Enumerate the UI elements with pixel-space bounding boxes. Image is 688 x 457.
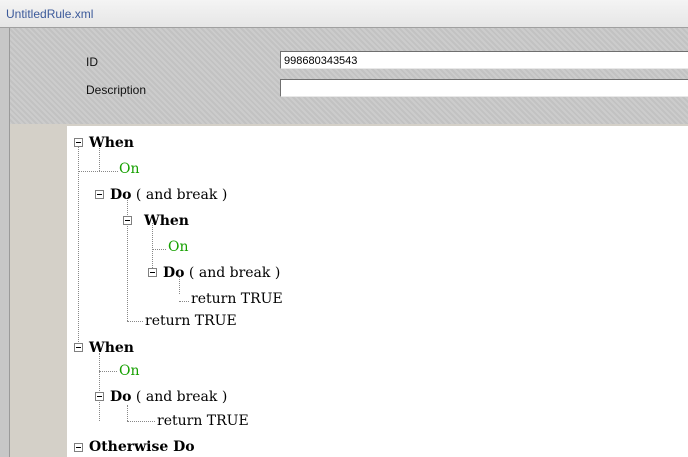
left-border: [0, 28, 10, 457]
tree-node-otherwise[interactable]: Otherwise Do: [89, 439, 195, 455]
do-keyword: Do: [163, 265, 185, 281]
tree-node-on[interactable]: On: [168, 239, 189, 255]
collapse-icon[interactable]: [74, 443, 83, 452]
collapse-icon[interactable]: [148, 268, 157, 277]
tree-node-return[interactable]: return TRUE: [145, 313, 237, 329]
tree-guide: [152, 249, 166, 250]
tree-guide: [99, 353, 100, 421]
rule-tree[interactable]: When On Do ( and break ) When On Do ( an…: [67, 126, 688, 457]
tree-node-when[interactable]: When: [144, 213, 189, 229]
tree-guide: [127, 405, 128, 421]
tree-guide: [99, 371, 117, 372]
collapse-icon[interactable]: [74, 343, 83, 352]
do-suffix: ( and break ): [131, 187, 228, 203]
tree-node-when[interactable]: When: [89, 135, 134, 151]
id-field[interactable]: 998680343543: [280, 51, 688, 69]
id-label: ID: [86, 55, 98, 69]
tree-guide: [127, 421, 155, 422]
collapse-icon[interactable]: [123, 216, 132, 225]
description-field[interactable]: [280, 79, 688, 97]
do-suffix: ( and break ): [131, 389, 228, 405]
document-tab[interactable]: UntitledRule.xml: [0, 0, 688, 28]
do-suffix: ( and break ): [184, 265, 281, 281]
tree-node-do[interactable]: Do ( and break ): [163, 265, 280, 281]
tree-node-when[interactable]: When: [89, 340, 134, 356]
tree-node-on[interactable]: On: [119, 363, 140, 379]
tree-guide: [152, 223, 153, 268]
tree-node-do[interactable]: Do ( and break ): [110, 187, 227, 203]
collapse-icon[interactable]: [95, 392, 104, 401]
tree-guide: [127, 321, 143, 322]
collapse-icon[interactable]: [74, 138, 83, 147]
tree-node-return[interactable]: return TRUE: [191, 291, 283, 307]
tree-node-return[interactable]: return TRUE: [157, 413, 249, 429]
collapse-icon[interactable]: [95, 190, 104, 199]
tree-guide: [179, 301, 189, 302]
do-keyword: Do: [110, 187, 132, 203]
tree-guide: [78, 171, 118, 172]
rule-properties-form: ID 998680343543 Description: [10, 28, 688, 124]
document-tab-label: UntitledRule.xml: [6, 7, 94, 21]
tree-node-do[interactable]: Do ( and break ): [110, 389, 227, 405]
tree-node-on[interactable]: On: [119, 161, 140, 177]
tree-guide: [78, 145, 79, 346]
description-label: Description: [86, 83, 147, 97]
do-keyword: Do: [110, 389, 132, 405]
rule-editor-window: UntitledRule.xml ID 998680343543 Descrip…: [0, 0, 688, 457]
